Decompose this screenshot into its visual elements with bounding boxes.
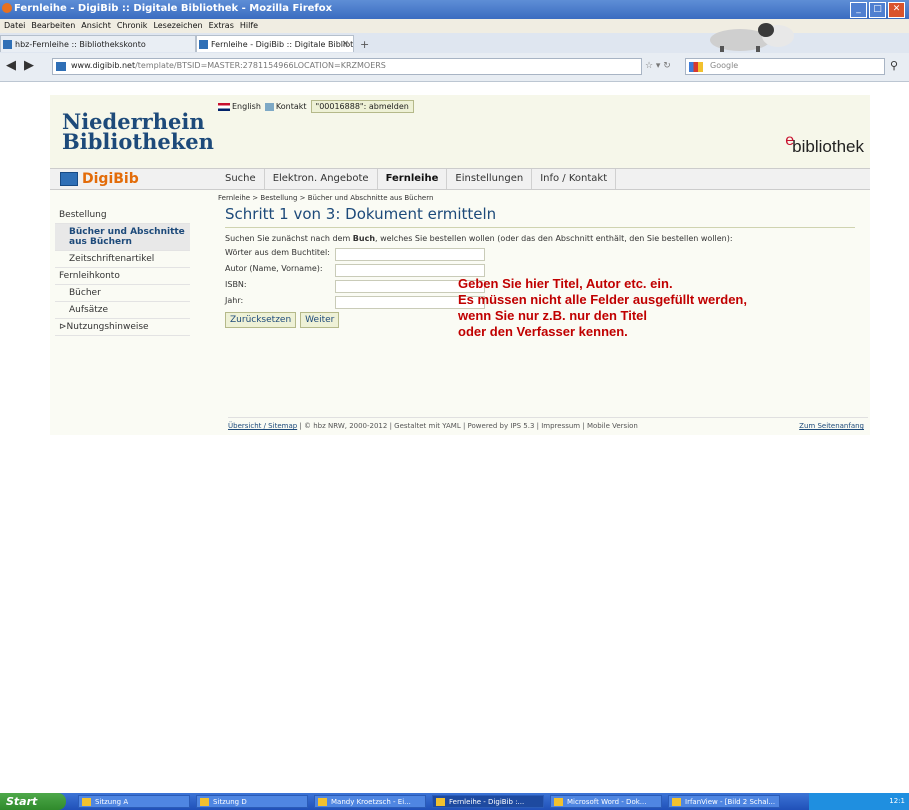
window-title: Fernleihe - DigiBib :: Digitale Biblioth… <box>14 3 333 14</box>
windows-taskbar: Start Sitzung A Sitzung D Mandy Kroetzsc… <box>0 793 909 810</box>
author-label: Autor (Name, Vorname): <box>225 264 323 273</box>
sidebar-item-buecher-abschnitte[interactable]: Bücher und Abschnitte aus Büchern <box>55 224 190 251</box>
web-page: Niederrhein Bibliotheken English Kontakt… <box>50 95 870 435</box>
sidebar-item-aufsaetze[interactable]: Aufsätze <box>55 302 190 319</box>
taskbar-item-mail[interactable]: Mandy Kroetzsch - Ei... <box>314 795 426 808</box>
forward-arrow-icon[interactable]: ▶ <box>24 58 34 73</box>
sidebar-item-bestellung[interactable]: Bestellung <box>55 207 190 224</box>
annotation-line-4: oder den Verfasser kennen. <box>458 324 628 339</box>
irfanview-icon <box>672 798 681 806</box>
start-button[interactable]: Start <box>0 793 66 810</box>
uk-flag-icon <box>218 102 230 111</box>
menu-hilfe[interactable]: Hilfe <box>240 19 258 33</box>
minimize-button[interactable]: _ <box>850 2 867 18</box>
form-row-title: Wörter aus dem Buchtitel: <box>225 248 855 261</box>
back-arrow-icon[interactable]: ◀ <box>6 58 16 73</box>
taskbar-item-sitzung-d[interactable]: Sitzung D <box>196 795 308 808</box>
contact-icon <box>264 102 274 111</box>
site-footer: Übersicht / Sitemap | © hbz NRW, 2000-20… <box>228 417 868 430</box>
tab-label: Fernleihe - DigiBib :: Digitale Biblioth… <box>211 40 354 49</box>
annotation-line-2: Es müssen nicht alle Felder ausgefüllt w… <box>458 292 747 307</box>
search-input[interactable]: Google <box>685 58 885 75</box>
maximize-button[interactable]: □ <box>869 2 886 18</box>
logout-button[interactable]: "00016888": abmelden <box>310 100 414 113</box>
url-text: www.digibib.net/template/BTSID=MASTER:27… <box>71 61 386 70</box>
taskbar-item-sitzung-a[interactable]: Sitzung A <box>78 795 190 808</box>
close-button[interactable]: ✕ <box>888 2 905 18</box>
window-titlebar: Fernleihe - DigiBib :: Digitale Biblioth… <box>0 0 909 19</box>
year-label: Jahr: <box>225 296 244 305</box>
session-icon <box>82 798 91 806</box>
menu-bearbeiten[interactable]: Bearbeiten <box>31 19 75 33</box>
menu-extras[interactable]: Extras <box>209 19 234 33</box>
taskbar-item-firefox[interactable]: Fernleihe - DigiBib :... <box>432 795 544 808</box>
intro-text: Suchen Sie zunächst nach dem Buch, welch… <box>225 234 733 243</box>
menu-chronik[interactable]: Chronik <box>117 19 148 33</box>
menu-datei[interactable]: Datei <box>4 19 25 33</box>
annotation-line-1: Geben Sie hier Titel, Autor etc. ein. <box>458 276 673 291</box>
to-top-link[interactable]: Zum Seitenanfang <box>799 422 864 430</box>
annotation-line-3: wenn Sie nur z.B. nur den Titel <box>458 308 648 323</box>
mail-icon <box>318 798 327 806</box>
sidebar-item-zeitschriftenartikel[interactable]: Zeitschriftenartikel <box>55 251 190 268</box>
firefox-icon <box>436 798 445 806</box>
site-icon <box>56 62 66 71</box>
reset-button[interactable]: Zurücksetzen <box>225 312 297 328</box>
nav-elektron-angebote[interactable]: Elektron. Angebote <box>265 169 378 189</box>
tab-favicon <box>3 40 12 49</box>
nav-einstellungen[interactable]: Einstellungen <box>447 169 533 189</box>
firefox-icon <box>2 3 12 13</box>
sidebar-item-buecher[interactable]: Bücher <box>55 285 190 302</box>
taskbar-item-word[interactable]: Microsoft Word - Dok... <box>550 795 662 808</box>
english-link[interactable]: English <box>218 102 261 111</box>
footer-text: | © hbz NRW, 2000-2012 | Gestaltet mit Y… <box>297 422 638 430</box>
page-title: Schritt 1 von 3: Dokument ermitteln <box>225 205 855 228</box>
sitemap-link[interactable]: Übersicht / Sitemap <box>228 422 297 430</box>
menu-lesezeichen[interactable]: Lesezeichen <box>153 19 202 33</box>
external-link-icon: ⊳ <box>59 322 67 332</box>
taskbar-item-irfanview[interactable]: IrfanView - [Bild 2 Schal... <box>668 795 780 808</box>
contact-link[interactable]: Kontakt <box>264 102 307 111</box>
nav-info-kontakt[interactable]: Info / Kontakt <box>532 169 617 189</box>
site-header: Niederrhein Bibliotheken English Kontakt… <box>50 95 870 168</box>
tab-bibliothekskonto[interactable]: hbz-Fernleihe :: Bibliothekskonto <box>0 35 196 52</box>
menu-ansicht[interactable]: Ansicht <box>81 19 111 33</box>
isbn-label: ISBN: <box>225 280 247 289</box>
nav-fernleihe[interactable]: Fernleihe <box>378 169 448 189</box>
sidebar: Bestellung Bücher und Abschnitte aus Büc… <box>55 207 190 336</box>
sidebar-item-nutzungshinweise[interactable]: ⊳Nutzungshinweise <box>55 319 190 336</box>
site-logo[interactable]: Niederrhein Bibliotheken <box>62 111 214 154</box>
title-input[interactable] <box>335 248 485 261</box>
nav-suche[interactable]: Suche <box>217 169 265 189</box>
clock: 12:1 <box>889 797 905 805</box>
tab-close-icon[interactable]: × <box>341 36 349 52</box>
title-label: Wörter aus dem Buchtitel: <box>225 248 330 257</box>
url-bar[interactable]: www.digibib.net/template/BTSID=MASTER:27… <box>52 58 642 75</box>
tab-label: hbz-Fernleihe :: Bibliothekskonto <box>15 40 146 49</box>
firefox-theme-sheep-image <box>710 23 794 52</box>
logo-line-2: Bibliotheken <box>62 129 214 154</box>
main-navigation: DigiBib Suche Elektron. Angebote Fernlei… <box>50 168 870 190</box>
google-icon <box>689 62 703 72</box>
annotation-text: Geben Sie hier Titel, Autor etc. ein. Es… <box>458 276 747 340</box>
search-placeholder: Google <box>710 61 739 70</box>
bookmark-star-icon[interactable]: ☆ ▾ ↻ <box>645 61 671 71</box>
ebibliothek-logo: ebibliothek <box>785 132 864 156</box>
word-icon <box>554 798 563 806</box>
next-button[interactable]: Weiter <box>300 312 340 328</box>
navigation-toolbar: ◀ ▶ www.digibib.net/template/BTSID=MASTE… <box>0 53 909 82</box>
sidebar-item-fernleihkonto[interactable]: Fernleihkonto <box>55 268 190 285</box>
system-tray: 12:1 <box>809 793 909 810</box>
breadcrumb: Fernleihe > Bestellung > Bücher und Absc… <box>218 194 434 202</box>
digibib-label: DigiBib <box>82 171 139 187</box>
new-tab-icon[interactable]: + <box>360 38 369 51</box>
tab-fernleihe[interactable]: Fernleihe - DigiBib :: Digitale Biblioth… <box>196 35 354 52</box>
window-controls: _ □ ✕ <box>850 2 905 18</box>
search-icon[interactable]: ⚲ <box>890 59 898 72</box>
tab-favicon <box>199 40 208 49</box>
digibib-icon <box>60 172 78 186</box>
digibib-logo[interactable]: DigiBib <box>60 169 139 189</box>
top-links: English Kontakt "00016888": abmelden <box>218 100 414 113</box>
session-icon <box>200 798 209 806</box>
